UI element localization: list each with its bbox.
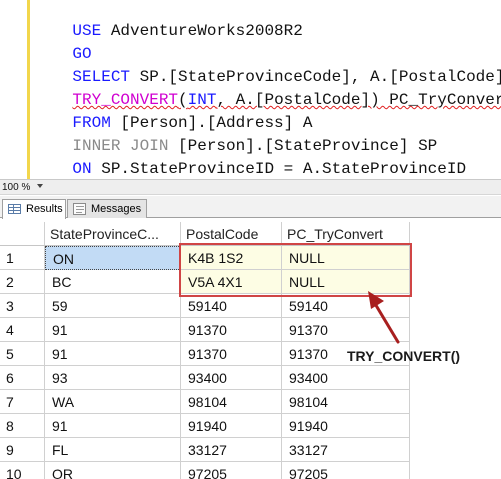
zoom-dropdown[interactable]: 100 % xyxy=(1,181,51,194)
table-cell[interactable]: 93400 xyxy=(282,366,410,390)
row-number[interactable]: 9 xyxy=(0,438,45,462)
tab-results[interactable]: Results xyxy=(2,199,66,219)
row-number[interactable]: 8 xyxy=(0,414,45,438)
table-cell[interactable]: 91 xyxy=(45,342,181,366)
table-row[interactable]: 6 93 93400 93400 xyxy=(0,366,410,390)
annotation-arrow-icon xyxy=(368,291,400,344)
tab-messages[interactable]: Messages xyxy=(67,199,147,218)
tab-label: Results xyxy=(26,203,63,215)
tab-label: Messages xyxy=(91,203,142,215)
table-cell[interactable]: FL xyxy=(45,438,181,462)
row-number[interactable]: 5 xyxy=(0,342,45,366)
row-number[interactable]: 7 xyxy=(0,390,45,414)
code-line-7: ON SP.StateProvinceID = A.StateProvinceI… xyxy=(34,135,466,178)
table-cell[interactable]: 91 xyxy=(45,318,181,342)
messages-icon xyxy=(73,203,86,215)
table-row[interactable]: 3 59 59140 59140 xyxy=(0,294,410,318)
annotation-callout: TRY_CONVERT() xyxy=(347,348,461,364)
table-cell[interactable]: 97205 xyxy=(282,462,410,479)
changed-lines-indicator xyxy=(27,0,30,179)
table-cell[interactable]: 91940 xyxy=(282,414,410,438)
column-header-rownum[interactable] xyxy=(0,222,45,246)
table-cell[interactable]: 93 xyxy=(45,366,181,390)
row-number[interactable]: 2 xyxy=(0,270,45,294)
table-cell[interactable]: ON xyxy=(45,246,181,270)
grid-icon xyxy=(8,204,21,214)
table-cell[interactable]: 59 xyxy=(45,294,181,318)
code-line-8: GO xyxy=(34,158,92,179)
zoom-bar: 100 % xyxy=(0,179,501,195)
table-cell[interactable]: BC xyxy=(45,270,181,294)
code-line-1: USE AdventureWorks2008R2 xyxy=(34,0,302,40)
row-number[interactable]: 4 xyxy=(0,318,45,342)
column-header-stateprovincecode[interactable]: StateProvinceC... xyxy=(45,222,181,246)
table-row[interactable]: 8 91 91940 91940 xyxy=(0,414,410,438)
code-line-2: GO xyxy=(34,20,91,63)
table-cell[interactable]: 91370 xyxy=(181,342,282,366)
table-cell[interactable]: 93400 xyxy=(181,366,282,390)
table-cell[interactable]: 97205 xyxy=(181,462,282,479)
code-text: AdventureWorks2008R2 xyxy=(101,22,303,40)
code-text: SP.StateProvinceID = A.StateProvinceID xyxy=(91,160,467,178)
chevron-down-icon[interactable] xyxy=(37,184,43,188)
row-number[interactable]: 6 xyxy=(0,366,45,390)
table-cell[interactable]: 98104 xyxy=(181,390,282,414)
row-number[interactable]: 10 xyxy=(0,462,45,479)
table-cell[interactable]: 33127 xyxy=(181,438,282,462)
query-editor[interactable]: USE AdventureWorks2008R2 GO SELECT SP.[S… xyxy=(0,0,501,179)
table-row[interactable]: 7 WA 98104 98104 xyxy=(0,390,410,414)
table-cell[interactable]: 98104 xyxy=(282,390,410,414)
code-line-3: SELECT SP.[StateProvinceCode], A.[Postal… xyxy=(34,43,501,86)
table-cell[interactable]: WA xyxy=(45,390,181,414)
table-row[interactable]: 9 FL 33127 33127 xyxy=(0,438,410,462)
table-cell[interactable]: 91370 xyxy=(181,318,282,342)
table-cell[interactable]: 91 xyxy=(45,414,181,438)
table-cell[interactable]: OR xyxy=(45,462,181,479)
table-cell[interactable]: 91940 xyxy=(181,414,282,438)
row-number[interactable]: 1 xyxy=(0,246,45,270)
code-line-6: INNER JOIN [Person].[StateProvince] SP xyxy=(34,112,437,155)
table-row[interactable]: 4 91 91370 91370 xyxy=(0,318,410,342)
code-line-5: FROM [Person].[Address] A xyxy=(34,89,312,132)
row-number[interactable]: 3 xyxy=(0,294,45,318)
results-tab-bar: Results Messages xyxy=(0,196,501,219)
table-row[interactable]: 10 OR 97205 97205 xyxy=(0,462,410,479)
zoom-value: 100 % xyxy=(2,182,31,193)
table-cell[interactable]: 59140 xyxy=(181,294,282,318)
table-cell[interactable]: 33127 xyxy=(282,438,410,462)
code-line-4: TRY_CONVERT(INT, A.[PostalCode]) PC_TryC… xyxy=(34,66,501,109)
